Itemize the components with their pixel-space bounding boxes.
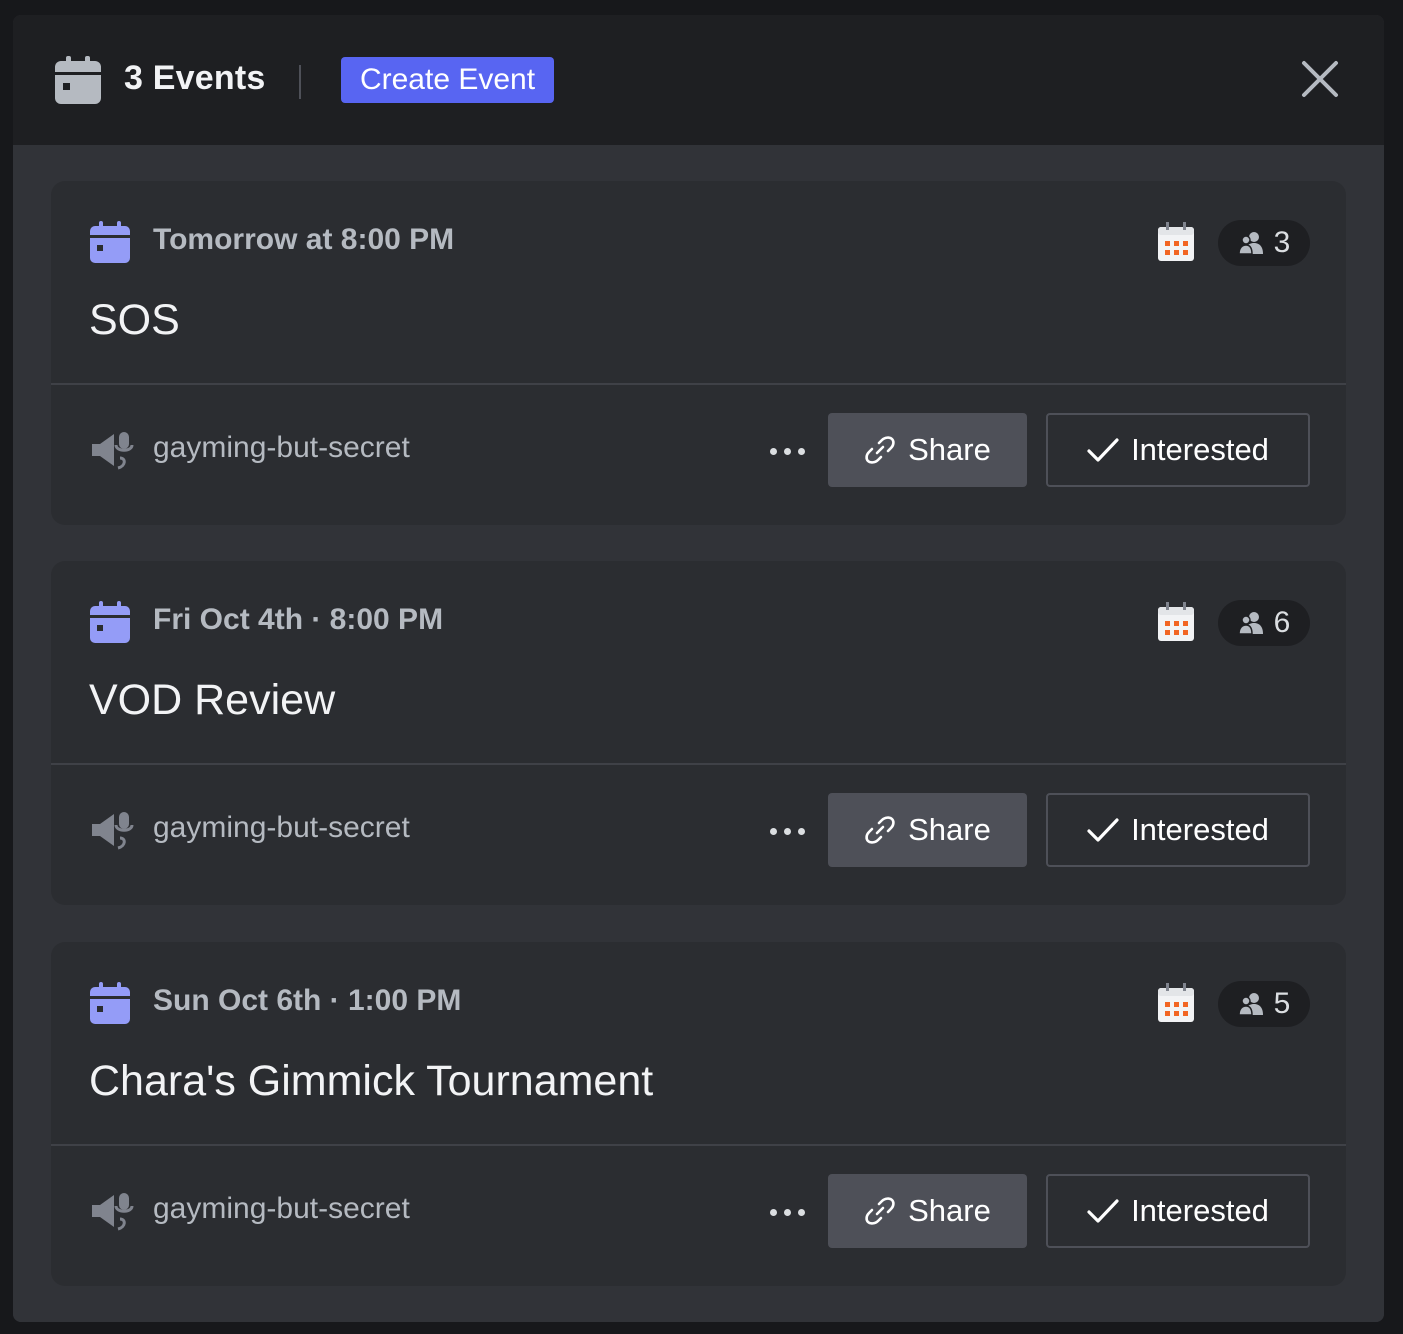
dot-icon — [783, 1208, 791, 1216]
events-count-title: 3 Events — [124, 59, 266, 97]
event-location[interactable]: gayming-but-secret — [153, 431, 410, 465]
stage-channel-icon — [92, 1193, 134, 1231]
dot-icon — [783, 827, 791, 835]
link-icon — [865, 436, 895, 464]
modal-header: 3 Events Create Event — [13, 15, 1384, 145]
card-divider — [51, 763, 1346, 765]
dot-icon — [797, 447, 805, 455]
interested-count: 5 — [1273, 987, 1291, 1020]
interested-count: 3 — [1273, 226, 1291, 259]
dot-icon — [769, 1208, 777, 1216]
dot-icon — [797, 827, 805, 835]
share-label: Share — [908, 812, 991, 847]
events-modal: 3 Events Create Event Tomorrow at 8:00 P… — [13, 15, 1384, 1322]
more-options-button[interactable] — [763, 1192, 811, 1232]
events-list: Tomorrow at 8:00 PM SOS 3 gayming-but-se… — [13, 145, 1384, 1322]
event-card-header: Sun Oct 6th · 1:00 PM Chara's Gimmick To… — [51, 942, 1346, 1145]
checkmark-icon — [1087, 438, 1119, 462]
interested-count-badge[interactable]: 5 — [1218, 981, 1310, 1027]
event-title[interactable]: Chara's Gimmick Tournament — [89, 1057, 653, 1106]
stage-channel-icon — [92, 432, 134, 470]
share-label: Share — [908, 432, 991, 467]
event-card[interactable]: Tomorrow at 8:00 PM SOS 3 gayming-but-se… — [51, 181, 1346, 525]
people-icon — [1237, 612, 1263, 635]
event-time: Fri Oct 4th · 8:00 PM — [153, 603, 444, 636]
event-location[interactable]: gayming-but-secret — [153, 1192, 410, 1226]
event-location[interactable]: gayming-but-secret — [153, 811, 410, 845]
link-icon — [865, 1197, 895, 1225]
create-event-button[interactable]: Create Event — [341, 57, 554, 103]
link-icon — [865, 816, 895, 844]
header-divider — [299, 65, 301, 99]
interested-count-badge[interactable]: 3 — [1218, 220, 1310, 266]
interested-label: Interested — [1131, 1193, 1269, 1228]
dot-icon — [769, 827, 777, 835]
share-button[interactable]: Share — [828, 1174, 1027, 1248]
event-time: Tomorrow at 8:00 PM — [153, 223, 455, 256]
interested-button[interactable]: Interested — [1046, 1174, 1310, 1248]
stage-channel-icon — [92, 812, 134, 850]
more-options-button[interactable] — [763, 811, 811, 851]
interested-count-badge[interactable]: 6 — [1218, 600, 1310, 646]
more-options-button[interactable] — [763, 431, 811, 471]
add-to-calendar-icon[interactable] — [1157, 983, 1195, 1023]
checkmark-icon — [1087, 818, 1119, 842]
interested-button[interactable]: Interested — [1046, 413, 1310, 487]
people-icon — [1237, 232, 1263, 255]
event-time: Sun Oct 6th · 1:00 PM — [153, 984, 462, 1017]
event-calendar-icon — [90, 221, 130, 263]
share-label: Share — [908, 1193, 991, 1228]
dot-icon — [783, 447, 791, 455]
share-button[interactable]: Share — [828, 413, 1027, 487]
share-button[interactable]: Share — [828, 793, 1027, 867]
event-calendar-icon — [90, 982, 130, 1024]
interested-label: Interested — [1131, 812, 1269, 847]
event-calendar-icon — [90, 601, 130, 643]
interested-label: Interested — [1131, 432, 1269, 467]
card-divider — [51, 1144, 1346, 1146]
event-title[interactable]: SOS — [89, 296, 180, 345]
dot-icon — [797, 1208, 805, 1216]
dot-icon — [769, 447, 777, 455]
close-icon[interactable] — [1298, 57, 1342, 101]
event-card[interactable]: Fri Oct 4th · 8:00 PM VOD Review 6 gaymi… — [51, 561, 1346, 905]
add-to-calendar-icon[interactable] — [1157, 602, 1195, 642]
interested-count: 6 — [1273, 606, 1291, 639]
event-title[interactable]: VOD Review — [89, 676, 335, 725]
add-to-calendar-icon[interactable] — [1157, 222, 1195, 262]
people-icon — [1237, 993, 1263, 1016]
event-card-header: Fri Oct 4th · 8:00 PM VOD Review 6 — [51, 561, 1346, 764]
interested-button[interactable]: Interested — [1046, 793, 1310, 867]
checkmark-icon — [1087, 1199, 1119, 1223]
event-card-header: Tomorrow at 8:00 PM SOS 3 — [51, 181, 1346, 384]
card-divider — [51, 383, 1346, 385]
calendar-icon — [55, 56, 101, 104]
event-card[interactable]: Sun Oct 6th · 1:00 PM Chara's Gimmick To… — [51, 942, 1346, 1286]
